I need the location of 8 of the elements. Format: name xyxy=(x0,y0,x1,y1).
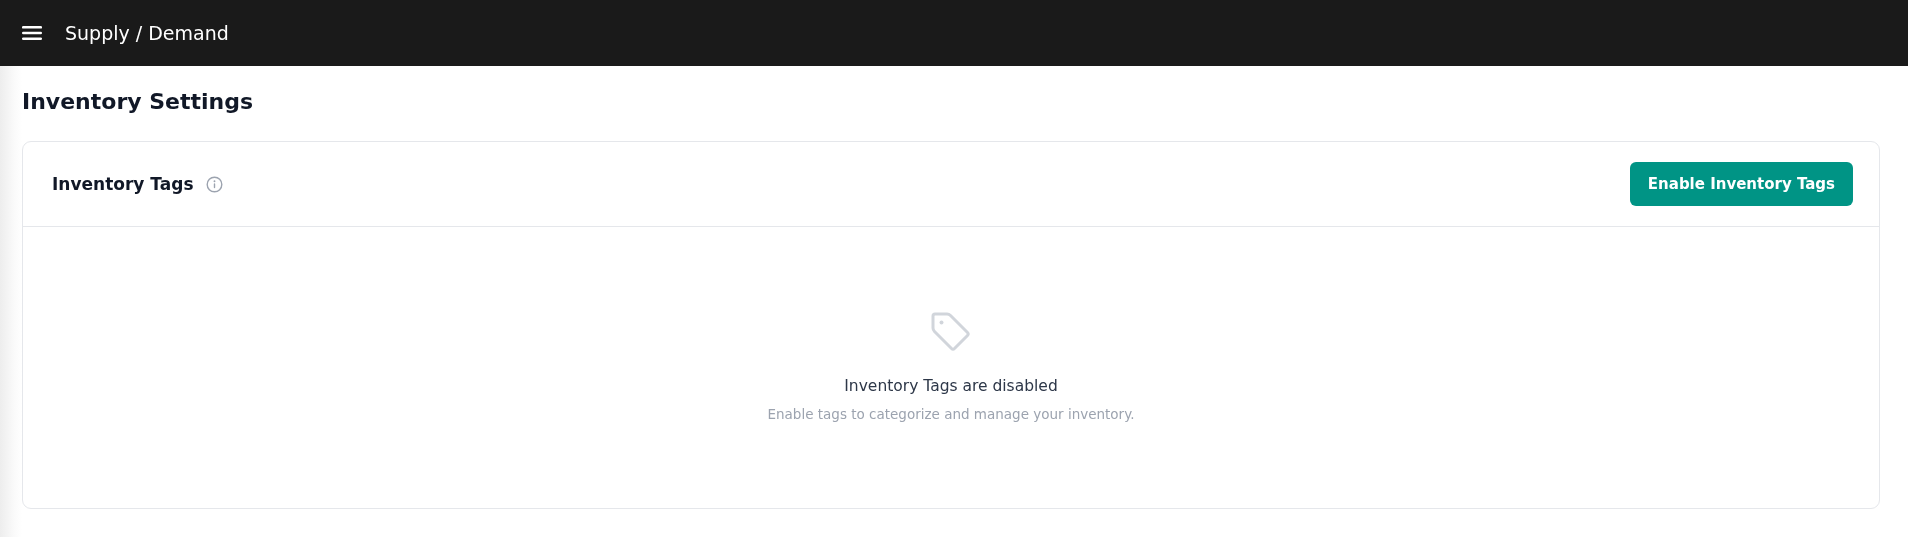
app-title: Supply / Demand xyxy=(65,22,229,44)
tag-icon xyxy=(929,310,973,354)
enable-button[interactable]: Enable Inventory Tags xyxy=(1629,162,1853,206)
empty-state-title: Inventory Tags are disabled xyxy=(844,377,1058,395)
card-title: Inventory Tags xyxy=(52,174,194,194)
empty-state-message: Enable tags to categorize and manage your inventory. xyxy=(767,406,1135,422)
menu-icon[interactable] xyxy=(22,25,42,41)
page-title: Inventory Settings xyxy=(22,88,255,116)
